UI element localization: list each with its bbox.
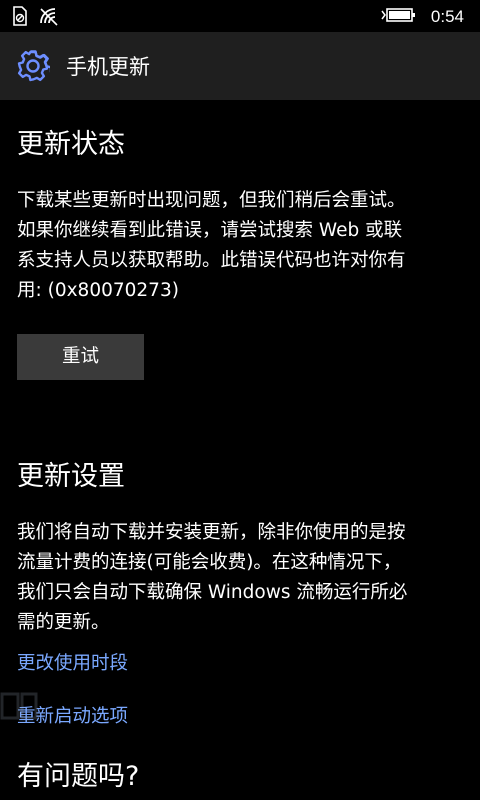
update-status-heading: 更新状态 [17,129,125,160]
main-content: 更新状态 下载某些更新时出现问题，但我们稍后会重试。 如果你继续看到此错误，请尝… [17,100,465,794]
status-icons-right: 0:54 [381,5,464,29]
description-line: 我们将自动下载并安装更新，除非你使用的是按 [17,522,406,543]
battery-charging-icon [381,5,417,29]
description-line: 流量计费的连接(可能会收费)。在这种情况下， [17,552,402,573]
retry-button[interactable]: 重试 [17,334,144,380]
update-settings-description: 我们将自动下载并安装更新，除非你使用的是按 流量计费的连接(可能会收费)。在这种… [17,518,465,638]
restart-options-link[interactable]: 重新启动选项 [17,702,465,732]
change-active-hours-link[interactable]: 更改使用时段 [17,649,465,679]
message-line: 如果你继续看到此错误，请尝试搜索 Web 或联 [17,220,403,241]
no-sim-icon [12,6,28,30]
update-settings-heading: 更新设置 [17,461,125,492]
status-bar: 0:54 [0,0,480,32]
gear-icon [16,49,53,83]
watermark [0,690,40,750]
status-time: 0:54 [430,7,464,26]
message-line: 用: (0x80070273) [17,280,179,301]
message-line: 下载某些更新时出现问题，但我们稍后会重试。 [17,190,406,211]
update-status-message: 下载某些更新时出现问题，但我们稍后会重试。 如果你继续看到此错误，请尝试搜索 W… [17,186,465,306]
message-line: 系支持人员以获取帮助。此错误代码也许对你有 [17,250,406,271]
help-heading: 有问题吗? [17,761,140,792]
status-icons-left [12,6,60,30]
description-line: 需的更新。 [17,612,110,633]
description-line: 我们只会自动下载确保 Windows 流畅运行所必 [17,582,408,603]
page-header: 手机更新 [0,32,480,100]
wifi-off-icon [38,6,60,30]
page-title: 手机更新 [66,55,150,79]
